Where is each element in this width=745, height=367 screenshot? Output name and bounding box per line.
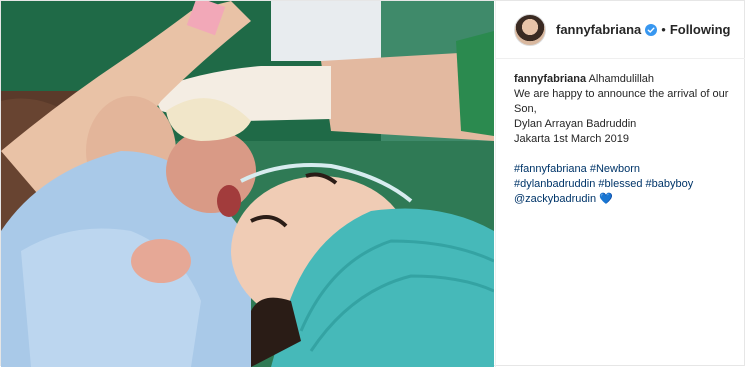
profile-avatar[interactable] (514, 13, 546, 46)
post-caption: fannyfabriana Alhamdulillah We are happy… (514, 72, 734, 207)
caption-line: Jakarta 1st March 2019 (514, 133, 629, 145)
hashtags-line[interactable]: #fannyfabriana #Newborn (514, 162, 734, 177)
separator-dot: • (661, 22, 666, 37)
following-button[interactable]: Following (670, 22, 731, 37)
caption-first-line: Alhamdulillah (588, 73, 655, 85)
mention-link[interactable]: @zackybadrudin (514, 193, 596, 205)
caption-username[interactable]: fannyfabriana (514, 73, 586, 85)
caption-line: Dylan Arrayan Badruddin (514, 118, 637, 130)
blue-heart-icon: 💙 (599, 193, 613, 205)
caption-line: We are happy to announce the arrival of … (514, 88, 729, 115)
username-link[interactable]: fannyfabriana (556, 22, 641, 37)
hashtags-line[interactable]: #dylanbadruddin #blessed #babyboy (514, 177, 734, 192)
post-photo[interactable] (1, 1, 494, 367)
post-sidebar: fannyfabriana • Following fannyfabriana … (495, 1, 745, 367)
newborn-photo-illustration (1, 1, 494, 367)
post-header: fannyfabriana • Following (496, 1, 745, 59)
instagram-post: fannyfabriana • Following fannyfabriana … (0, 0, 745, 367)
verified-badge-icon (645, 23, 658, 36)
